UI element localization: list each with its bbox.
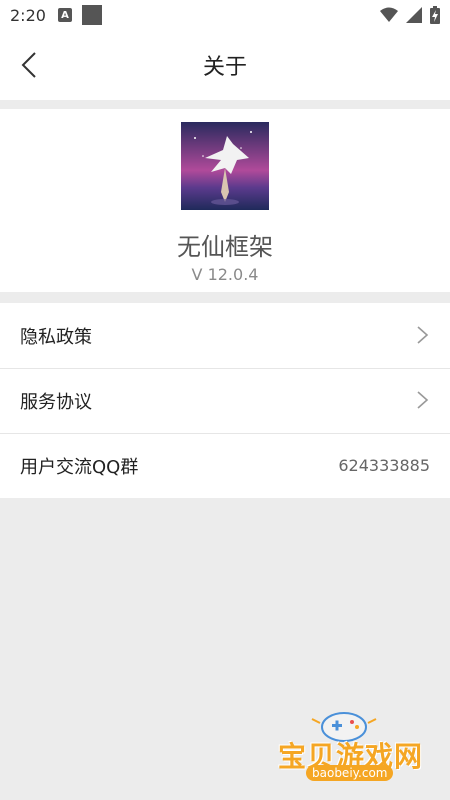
notification-a-icon: A bbox=[57, 8, 72, 22]
status-time: 2:20 bbox=[10, 5, 46, 25]
menu-item-label: 用户交流QQ群 bbox=[20, 456, 139, 478]
app-logo bbox=[181, 122, 269, 210]
status-bar: 2:20 A bbox=[0, 0, 450, 30]
page-title: 关于 bbox=[202, 55, 247, 80]
menu-item-service-agreement[interactable]: 服务协议 bbox=[0, 368, 450, 433]
chevron-right-icon bbox=[417, 391, 429, 409]
menu-item-privacy-policy[interactable]: 隐私政策 bbox=[0, 303, 450, 368]
menu-item-label: 服务协议 bbox=[20, 391, 92, 413]
back-button[interactable] bbox=[14, 50, 44, 80]
cell-signal-icon bbox=[406, 7, 422, 23]
watermark: 宝贝游戏网 baobeiy.com bbox=[272, 705, 432, 795]
menu-list: 隐私政策 服务协议 用户交流QQ群 624333885 bbox=[0, 303, 450, 498]
about-card: 无仙框架 V 12.0.4 bbox=[0, 109, 450, 292]
notification-square-icon bbox=[81, 5, 102, 25]
menu-item-label: 隐私政策 bbox=[20, 326, 92, 348]
battery-icon bbox=[430, 6, 440, 24]
menu-item-qq-group[interactable]: 用户交流QQ群 624333885 bbox=[0, 433, 450, 498]
wifi-icon bbox=[380, 7, 398, 22]
qq-group-number: 624333885 bbox=[338, 456, 430, 475]
header: 关于 bbox=[0, 30, 450, 100]
app-name: 无仙框架 bbox=[177, 233, 273, 261]
watermark-url: baobeiy.com bbox=[306, 765, 394, 781]
app-version: V 12.0.4 bbox=[191, 265, 259, 284]
chevron-left-icon bbox=[21, 52, 36, 78]
status-icons bbox=[380, 6, 440, 24]
chevron-right-icon bbox=[417, 326, 429, 344]
